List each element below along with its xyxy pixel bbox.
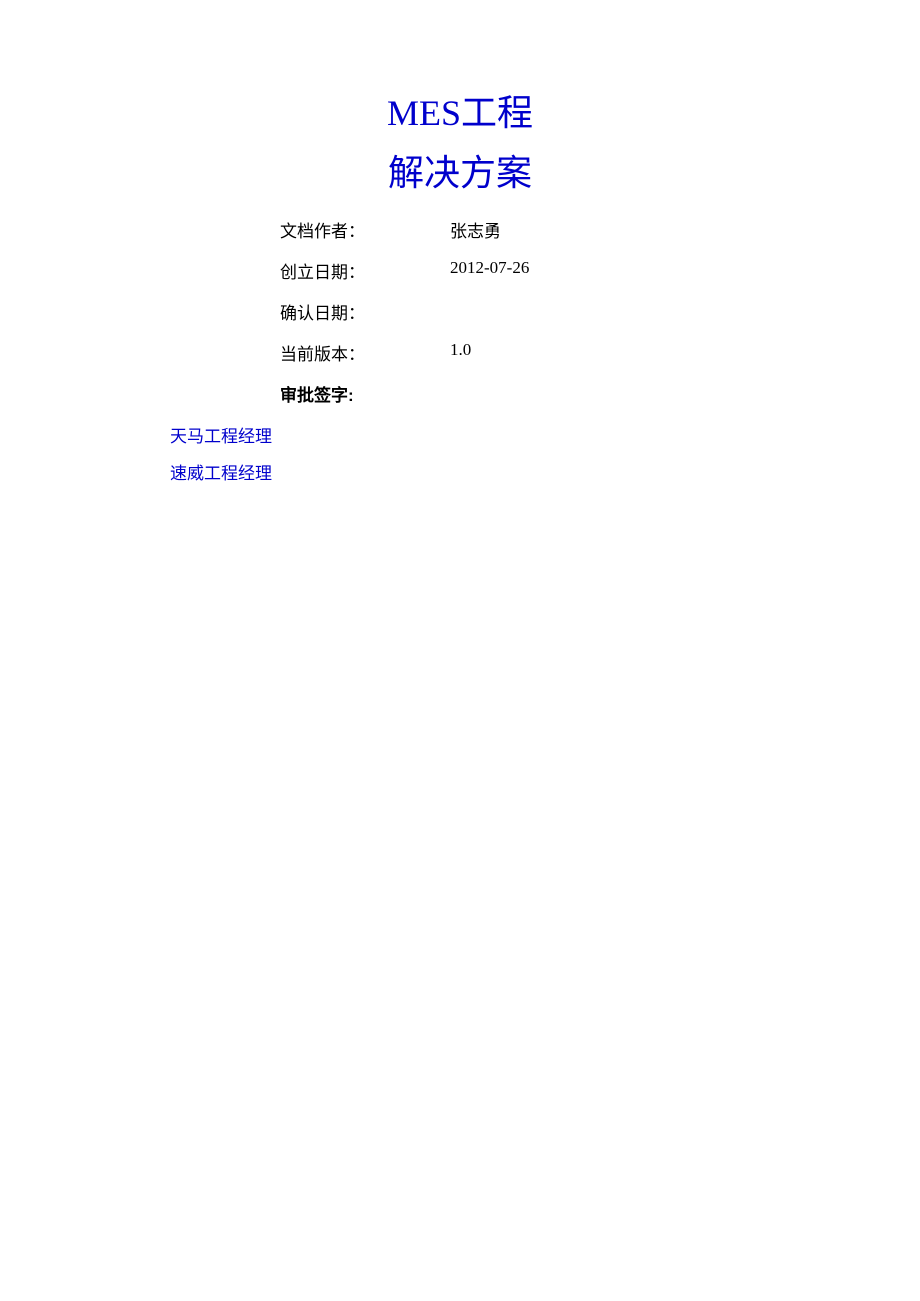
approval-label: 审批签字: [280,381,354,406]
title-line-1: MES工程 [0,88,920,138]
created-date-value: 2012-07-26 [450,258,529,283]
tianma-manager: 天马工程经理 [170,422,920,447]
manager-list: 天马工程经理 速威工程经理 [170,422,920,484]
author-row: 文档作者： 张志勇 [280,217,920,242]
author-value: 张志勇 [450,217,501,242]
version-row: 当前版本： 1.0 [280,340,920,365]
version-label: 当前版本： [280,340,450,365]
version-value: 1.0 [450,340,471,365]
suwei-manager: 速威工程经理 [170,459,920,484]
document-info-table: 文档作者： 张志勇 创立日期： 2012-07-26 确认日期： 当前版本： 1… [280,217,920,406]
title-line-2: 解决方案 [0,148,920,198]
author-label: 文档作者： [280,217,450,242]
confirmed-date-label: 确认日期： [280,299,450,324]
document-title-block: MES工程 解决方案 [0,0,920,199]
created-date-label: 创立日期： [280,258,450,283]
approval-row: 审批签字: [280,381,920,406]
confirmed-date-row: 确认日期： [280,299,920,324]
created-date-row: 创立日期： 2012-07-26 [280,258,920,283]
